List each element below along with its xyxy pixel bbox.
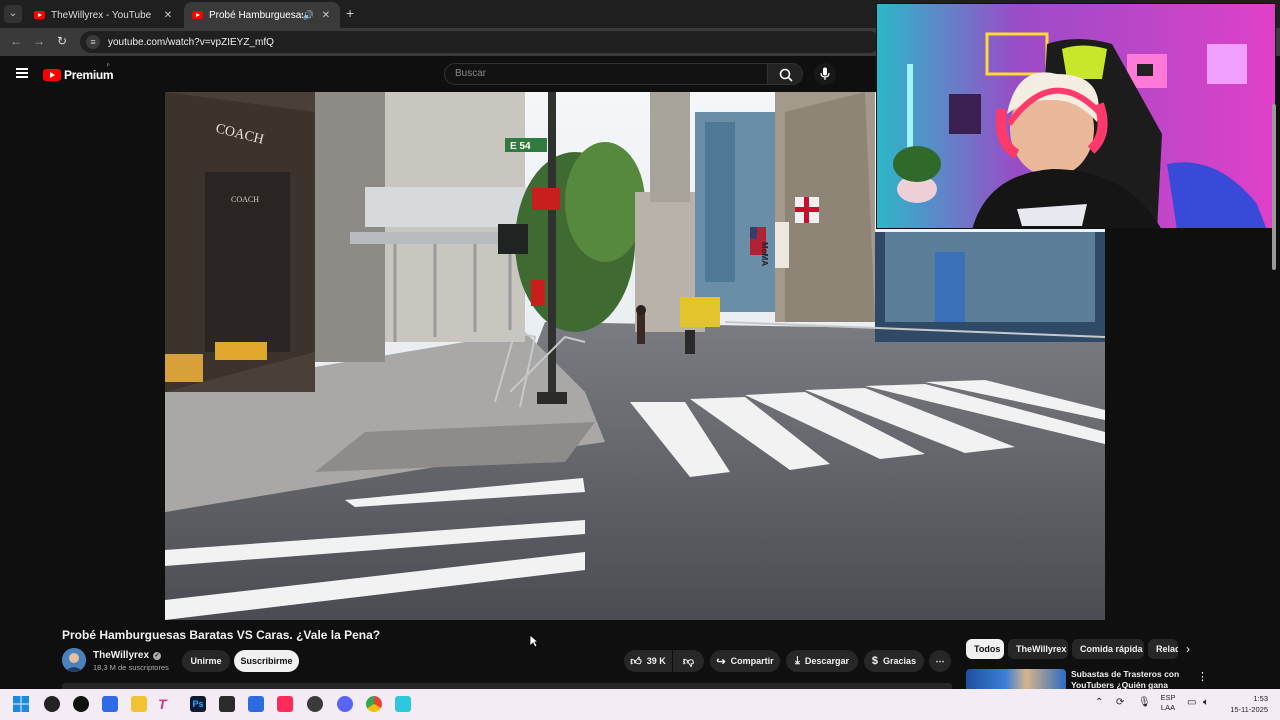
clock-time: 1:53 xyxy=(1253,694,1268,703)
share-icon: ↪ xyxy=(716,655,726,668)
dislike-button[interactable]: 👎︎ xyxy=(673,650,704,672)
app-blue-icon[interactable] xyxy=(248,696,264,712)
tab-title: Probé Hamburguesas Barat xyxy=(209,9,303,21)
logo-text: Premium xyxy=(64,68,114,82)
clock-date: 15-11-2025 xyxy=(1230,705,1268,714)
video-title: Probé Hamburguesas Baratas VS Caras. ¿Va… xyxy=(62,628,381,642)
volume-icon[interactable]: 🔈︎ xyxy=(1203,697,1209,708)
browser-tab[interactable]: TheWillyrex - YouTube ✕ xyxy=(26,2,182,28)
speaker-icon[interactable]: 🔊 xyxy=(303,10,314,21)
microphone-icon xyxy=(820,67,830,80)
url-text: youtube.com/watch?v=vpZIEYZ_mfQ xyxy=(108,36,274,48)
widgets-icon[interactable] xyxy=(44,696,60,712)
scrollbar-thumb[interactable] xyxy=(1272,104,1276,270)
download-button[interactable]: ⤓ Descargar xyxy=(786,650,858,672)
store-sign-small: COACH xyxy=(231,195,259,204)
menu-icon[interactable] xyxy=(16,68,28,78)
keyboard-layout: LAA xyxy=(1160,703,1176,712)
channel-name-text[interactable]: TheWillyrex xyxy=(93,650,149,661)
like-button[interactable]: 👍︎ 39 K xyxy=(624,650,672,672)
more-vertical-icon[interactable]: ⋮ xyxy=(1197,670,1208,683)
chip-channel[interactable]: TheWillyrex xyxy=(1008,639,1068,659)
network-icon[interactable]: ▭ xyxy=(1187,697,1196,708)
avatar-image xyxy=(62,648,86,672)
channel-avatar[interactable] xyxy=(62,648,86,672)
download-label: Descargar xyxy=(804,656,849,666)
chip-related[interactable]: Relac xyxy=(1148,639,1178,659)
chip-fast-food[interactable]: Comida rápida xyxy=(1072,639,1144,659)
file-explorer-icon[interactable] xyxy=(131,696,147,712)
channel-name[interactable]: TheWillyrex ✓ xyxy=(93,650,162,661)
page-scrollbar[interactable] xyxy=(1271,92,1277,270)
download-icon: ⤓ xyxy=(795,654,800,667)
chevron-up-icon[interactable]: ⌃ xyxy=(1095,697,1103,708)
close-icon[interactable]: ✕ xyxy=(320,10,332,21)
language-indicator[interactable]: ESP LAA xyxy=(1158,693,1178,713)
thumbs-up-icon: 👍︎ xyxy=(630,655,642,668)
back-icon[interactable]: ← xyxy=(10,34,22,48)
g-hub-icon[interactable] xyxy=(73,696,89,712)
address-bar[interactable]: ≡ youtube.com/watch?v=vpZIEYZ_mfQ xyxy=(80,31,880,53)
photoshop-icon[interactable]: Ps xyxy=(190,696,206,712)
microphone-tray-icon[interactable]: 🎙︎ xyxy=(1138,697,1151,708)
thanks-label: Gracias xyxy=(883,656,917,666)
webcam-overlay xyxy=(876,3,1276,229)
share-button[interactable]: ↪ Compartir xyxy=(710,650,780,672)
region-code: ᴾ xyxy=(107,64,110,70)
museum-banner: MoMA xyxy=(760,242,769,266)
thanks-icon: $ xyxy=(871,655,879,667)
store-app-icon[interactable] xyxy=(102,696,118,712)
youtube-logo-icon xyxy=(43,69,61,81)
reload-icon[interactable]: ↻ xyxy=(57,34,67,48)
webcam-frame xyxy=(877,4,1275,228)
chrome-icon[interactable] xyxy=(366,696,382,712)
chevron-right-icon[interactable]: › xyxy=(1186,642,1190,656)
t-app-icon[interactable]: T xyxy=(158,696,174,712)
forward-icon[interactable]: → xyxy=(33,34,45,48)
search-input[interactable]: Buscar xyxy=(444,63,768,85)
new-tab-button[interactable]: + xyxy=(346,5,354,21)
youtube-favicon-icon xyxy=(192,11,203,19)
tab-title: TheWillyrex - YouTube xyxy=(51,9,152,21)
discord-icon[interactable] xyxy=(337,696,353,712)
thumbs-down-icon: 👎︎ xyxy=(682,655,695,668)
share-label: Compartir xyxy=(730,656,774,666)
recommendation-thumbnail[interactable] xyxy=(966,669,1066,689)
windows-start-icon[interactable] xyxy=(13,696,29,712)
like-count: 39 K xyxy=(646,656,666,666)
chip-all[interactable]: Todos xyxy=(966,639,1004,659)
language-code: ESP xyxy=(1160,693,1176,702)
join-button[interactable]: Unirme xyxy=(182,650,230,672)
epic-games-icon[interactable] xyxy=(219,696,235,712)
mouse-cursor-icon xyxy=(529,634,539,648)
youtube-logo[interactable]: Premium ᴾ xyxy=(43,64,114,82)
street-sign: E 54 xyxy=(510,141,531,152)
site-info-icon[interactable]: ≡ xyxy=(86,35,100,49)
tiktok-icon[interactable] xyxy=(277,696,293,712)
youtube-favicon-icon xyxy=(34,11,45,19)
more-actions-button[interactable]: ⋯ xyxy=(929,650,951,672)
voice-search-button[interactable] xyxy=(814,63,836,85)
system-clock[interactable]: 1:53 15-11-2025 xyxy=(1222,693,1268,715)
sync-icon[interactable]: ⟳ xyxy=(1116,697,1124,708)
recommendation-title[interactable]: Subastas de Trasteros con YouTubers ¿Qui… xyxy=(1071,669,1186,689)
obs-icon[interactable] xyxy=(307,696,323,712)
more-icon: ⋯ xyxy=(935,655,945,666)
subscriber-count: 18,3 M de suscriptores xyxy=(93,663,169,672)
thanks-button[interactable]: $ Gracias xyxy=(864,650,924,672)
search-icon xyxy=(779,68,793,82)
close-icon[interactable]: ✕ xyxy=(162,10,174,21)
browser-tab-active[interactable]: Probé Hamburguesas Barat 🔊 ✕ xyxy=(184,2,340,28)
search-button[interactable] xyxy=(767,63,803,85)
subscribe-button[interactable]: Suscribirme xyxy=(234,650,299,672)
tab-search-button[interactable]: ⌄ xyxy=(4,5,22,23)
app-cyan-icon[interactable] xyxy=(395,696,411,712)
verified-icon: ✓ xyxy=(153,651,162,660)
